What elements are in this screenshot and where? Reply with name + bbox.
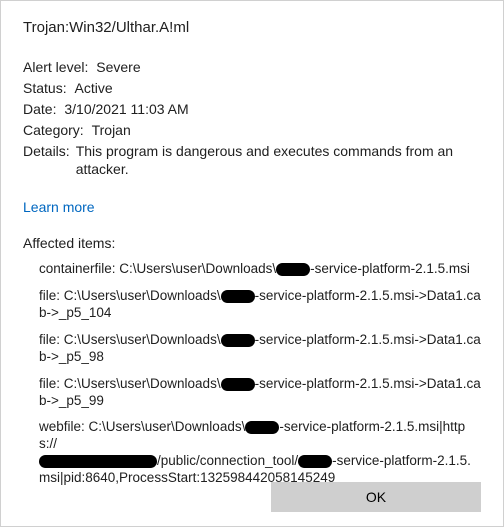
redacted-segment bbox=[245, 421, 279, 434]
threat-name: Trojan:Win32/Ulthar.A!ml bbox=[23, 19, 481, 36]
category-label: Category: bbox=[23, 122, 84, 138]
status-row: Status: Active bbox=[23, 79, 481, 98]
item-text: /public/connection_tool/ bbox=[157, 453, 298, 468]
affected-item: file: C:\Users\user\Downloads\-service-p… bbox=[39, 288, 481, 322]
details-row: Details: This program is dangerous and e… bbox=[23, 142, 481, 180]
date-label: Date: bbox=[23, 101, 56, 117]
redacted-segment bbox=[221, 334, 255, 347]
threat-dialog: Trojan:Win32/Ulthar.A!ml Alert level: Se… bbox=[0, 0, 504, 527]
details-label: Details: bbox=[23, 142, 70, 180]
redacted-segment bbox=[276, 263, 310, 276]
alert-level-label: Alert level: bbox=[23, 59, 88, 75]
affected-items-list: containerfile: C:\Users\user\Downloads\ -… bbox=[23, 261, 481, 487]
alert-level-value: Severe bbox=[96, 59, 140, 75]
date-row: Date: 3/10/2021 11:03 AM bbox=[23, 100, 481, 119]
affected-item: file: C:\Users\user\Downloads\-service-p… bbox=[39, 332, 481, 366]
redacted-segment bbox=[298, 455, 332, 468]
item-text: containerfile: C:\Users\user\Downloads\ bbox=[39, 261, 276, 276]
learn-more-link[interactable]: Learn more bbox=[23, 199, 95, 215]
status-label: Status: bbox=[23, 80, 67, 96]
item-text: file: C:\Users\user\Downloads\ bbox=[39, 376, 221, 391]
item-text: -service-platform-2.1.5.msi bbox=[310, 261, 470, 276]
status-value: Active bbox=[74, 80, 112, 96]
redacted-segment bbox=[221, 290, 255, 303]
item-text: file: C:\Users\user\Downloads\ bbox=[39, 288, 221, 303]
affected-items-heading: Affected items: bbox=[23, 235, 481, 251]
alert-level-row: Alert level: Severe bbox=[23, 58, 481, 77]
item-text: file: C:\Users\user\Downloads\ bbox=[39, 332, 221, 347]
item-text: webfile: C:\Users\user\Downloads\ bbox=[39, 419, 245, 434]
details-value: This program is dangerous and executes c… bbox=[76, 142, 481, 180]
affected-item: file: C:\Users\user\Downloads\-service-p… bbox=[39, 376, 481, 410]
affected-item: webfile: C:\Users\user\Downloads\-servic… bbox=[39, 419, 481, 487]
affected-item: containerfile: C:\Users\user\Downloads\ -… bbox=[39, 261, 481, 278]
redacted-segment bbox=[221, 378, 255, 391]
date-value: 3/10/2021 11:03 AM bbox=[64, 101, 188, 117]
ok-button[interactable]: OK bbox=[271, 482, 481, 512]
redacted-segment bbox=[39, 455, 157, 468]
category-value: Trojan bbox=[92, 122, 131, 138]
category-row: Category: Trojan bbox=[23, 121, 481, 140]
